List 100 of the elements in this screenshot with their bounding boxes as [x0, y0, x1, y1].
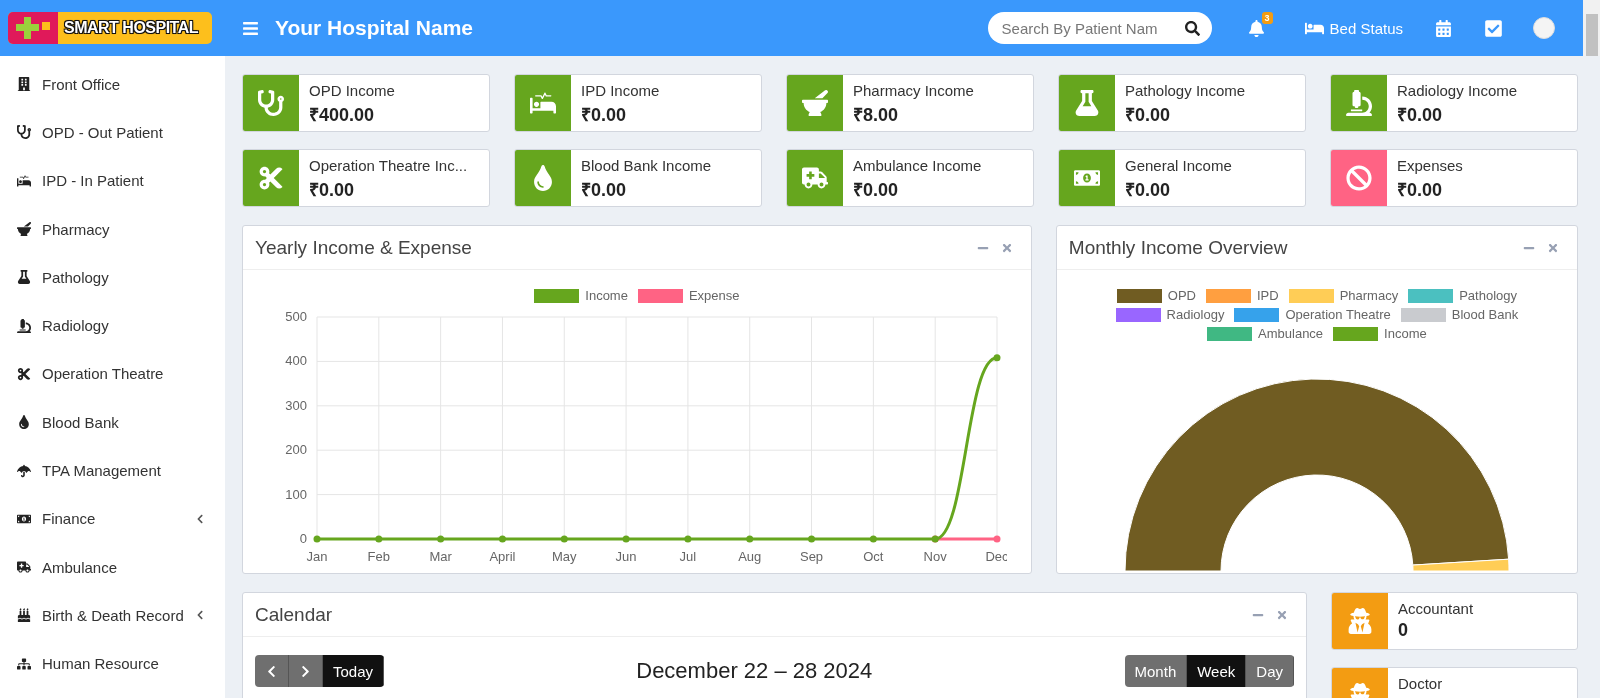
income-value: ₹0.00	[309, 179, 356, 201]
sidebar-item[interactable]: Radiology	[0, 301, 225, 350]
view-tab[interactable]: Month	[1124, 655, 1188, 687]
data-point	[746, 535, 754, 543]
income-value: ₹0.00	[1397, 104, 1444, 126]
axis-tick-label: Oct	[863, 549, 884, 564]
chevron-left-icon	[265, 664, 278, 678]
axis-tick-label: May	[551, 549, 577, 564]
close-icon[interactable]	[1000, 241, 1013, 254]
legend-item[interactable]: Income	[534, 288, 628, 303]
income-value: ₹0.00	[1397, 179, 1444, 201]
axis-tick-label: 200	[285, 442, 307, 458]
income-value: ₹0.00	[853, 179, 900, 201]
income-value: ₹0.00	[1125, 179, 1172, 201]
axis-tick-label: Nov	[923, 549, 947, 564]
sidebar-item[interactable]: Finance	[0, 494, 225, 543]
axis-tick-label: 0	[299, 531, 307, 546]
axis-tick-label: 500	[285, 309, 307, 324]
sidebar-item[interactable]: Pathology	[0, 253, 225, 302]
data-point	[375, 535, 383, 543]
legend-item[interactable]: Pharmacy	[1288, 288, 1399, 303]
scissors-icon	[17, 366, 31, 381]
income-value: ₹0.00	[581, 104, 628, 126]
data-point	[313, 535, 321, 543]
legend-item[interactable]: Radiology	[1115, 307, 1225, 322]
date-range: December 22 – 28 2024	[635, 658, 874, 684]
close-icon[interactable]	[1547, 241, 1559, 254]
sidebar-item[interactable]: TPA Management	[0, 446, 225, 495]
sidebar-item[interactable]: OPD - Out Patient	[0, 108, 225, 157]
data-point	[684, 535, 692, 543]
income-value: ₹0.00	[1125, 104, 1172, 126]
axis-tick-label: Jul	[679, 549, 697, 564]
flask-icon	[17, 270, 31, 285]
card-title: Calendar	[255, 603, 334, 626]
sidebar-item[interactable]: IPD - In Patient	[0, 156, 225, 205]
mortar-icon	[17, 222, 31, 237]
legend-item[interactable]: Operation Theatre	[1234, 307, 1391, 322]
bed-icon	[17, 173, 31, 188]
income-label: Expenses	[1397, 157, 1463, 174]
previous-button[interactable]	[255, 655, 289, 687]
sidebar-item[interactable]: Birth & Death Record	[0, 591, 225, 640]
data-point	[498, 535, 506, 543]
sidebar-item[interactable]: Human Resource	[0, 639, 225, 688]
income-value: ₹0.00	[581, 179, 628, 201]
sidebar-item[interactable]: Ambulance	[0, 542, 225, 592]
umbrella-icon	[17, 463, 31, 478]
close-icon[interactable]	[1276, 608, 1288, 621]
checkbox-icon[interactable]	[1484, 18, 1503, 38]
sidebar-item[interactable]: Blood Bank	[0, 398, 225, 447]
data-point	[993, 535, 1001, 543]
income-label: Operation Theatre Inc...	[309, 157, 468, 174]
legend-item[interactable]: Blood Bank	[1400, 307, 1519, 322]
calendar-icon[interactable]	[1435, 19, 1452, 37]
income-label: Radiology Income	[1397, 82, 1518, 99]
data-point	[437, 535, 445, 543]
axis-tick-label: 300	[285, 397, 307, 413]
legend-item[interactable]: Income	[1333, 326, 1427, 341]
legend-item[interactable]: Pathology	[1408, 288, 1517, 303]
income-value: ₹400.00	[309, 104, 376, 126]
axis-tick-label: 100	[285, 486, 307, 502]
income-label: IPD Income	[581, 82, 660, 99]
sidebar-item[interactable]: Pharmacy	[0, 204, 225, 254]
income-label: Pharmacy Income	[853, 82, 974, 99]
sidebar-item[interactable]: Operation Theatre	[0, 349, 225, 399]
today-button[interactable]: Today	[323, 655, 385, 687]
data-point	[807, 535, 815, 543]
axis-tick-label: Mar	[429, 549, 452, 564]
view-tab[interactable]: Day	[1246, 655, 1294, 687]
drop-icon	[17, 415, 31, 430]
data-point	[560, 535, 568, 543]
income-label: Blood Bank Income	[581, 157, 712, 174]
cake-icon	[17, 608, 31, 623]
axis-tick-label: Sep	[799, 549, 823, 564]
avatar-circle[interactable]	[1533, 17, 1555, 39]
income-label: Ambulance Income	[853, 157, 982, 174]
search-field[interactable]: Search By Patient Nam	[987, 12, 1212, 44]
search-icon[interactable]	[1184, 20, 1200, 36]
chevron-right-icon	[299, 664, 312, 678]
stethoscope-icon	[17, 125, 31, 140]
logo-text: SMART HOSPITAL	[63, 19, 199, 37]
axis-tick-label: April	[489, 549, 516, 564]
building-icon	[17, 77, 31, 92]
next-button[interactable]	[289, 655, 323, 687]
scrollbar[interactable]	[1583, 0, 1600, 56]
notification-badge: 3	[1261, 11, 1273, 24]
menu-icon[interactable]	[242, 19, 259, 37]
microscope-icon	[17, 318, 31, 333]
legend-item[interactable]: Ambulance	[1207, 326, 1324, 341]
income-label: Pathology Income	[1125, 82, 1246, 99]
sidebar-item[interactable]: Front Office	[0, 60, 225, 109]
card-title: Yearly Income & Expense	[255, 236, 473, 259]
staff-count: 0	[1398, 620, 1409, 641]
data-point	[993, 354, 1001, 362]
card-title: Monthly Income Overview	[1068, 236, 1289, 259]
hospital-name: Your Hospital Name	[275, 16, 473, 40]
bell-icon[interactable]	[1247, 19, 1265, 37]
legend-item[interactable]: Expense	[637, 288, 740, 303]
axis-tick-label: Jan	[306, 549, 328, 564]
income-value: ₹8.00	[853, 104, 900, 126]
view-tab[interactable]: Week	[1187, 655, 1247, 687]
